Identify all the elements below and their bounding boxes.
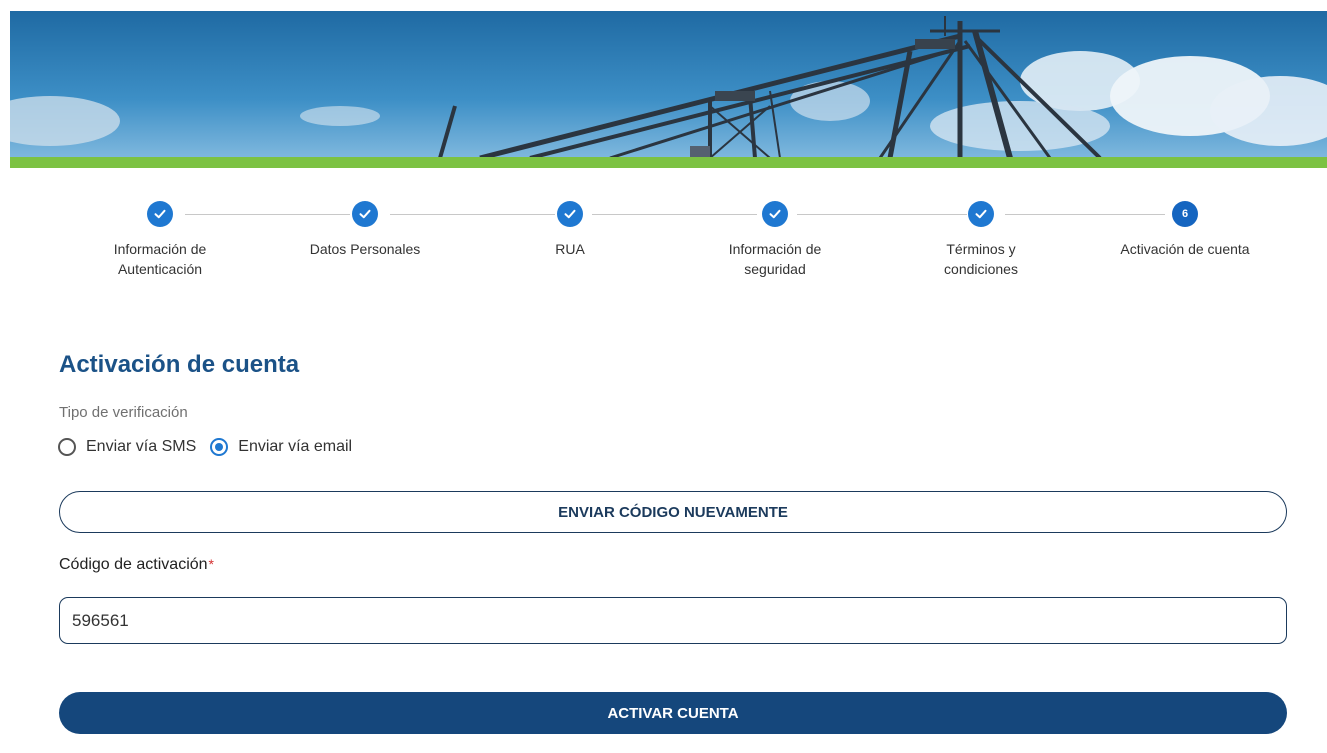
check-icon (762, 201, 788, 227)
activate-account-button[interactable]: ACTIVAR CUENTA (59, 692, 1287, 734)
radio-label: Enviar vía email (238, 438, 353, 455)
required-indicator: * (208, 556, 214, 572)
activation-code-label-text: Código de activación (59, 556, 208, 573)
check-icon (968, 201, 994, 227)
resend-code-button[interactable]: ENVIAR CÓDIGO NUEVAMENTE (59, 491, 1287, 533)
verification-type-label: Tipo de verificación (59, 404, 188, 421)
radio-option-email[interactable]: Enviar vía email (210, 438, 352, 456)
step-label: Activación de cuenta (1120, 241, 1250, 257)
step-label: Información de Autenticación (113, 241, 207, 277)
radio-button[interactable] (58, 438, 76, 456)
step-personal-data: Datos Personales (265, 201, 465, 259)
check-icon (557, 201, 583, 227)
check-icon (352, 201, 378, 227)
step-authentication: Información de Autenticación (60, 201, 260, 279)
step-security-info: Información de seguridad (675, 201, 875, 279)
page: Información de Autenticación Datos Perso… (0, 0, 1327, 753)
activation-code-label: Código de activación* (59, 556, 214, 574)
verification-type-radio-group: Enviar vía SMS Enviar vía email (58, 438, 366, 456)
radio-label: Enviar vía SMS (86, 438, 197, 455)
step-rua: RUA (470, 201, 670, 259)
step-terms: Términos y condiciones (881, 201, 1081, 279)
radio-option-sms[interactable]: Enviar vía SMS (58, 438, 196, 456)
step-label: Información de seguridad (728, 241, 822, 277)
progress-stepper: Información de Autenticación Datos Perso… (70, 196, 1280, 306)
check-icon (147, 201, 173, 227)
banner-accent-bar (10, 157, 1327, 168)
activation-code-input[interactable] (59, 597, 1287, 644)
step-label: RUA (555, 241, 585, 257)
step-number: 6 (1172, 201, 1198, 227)
step-account-activation: 6 Activación de cuenta (1085, 201, 1285, 259)
page-title: Activación de cuenta (59, 351, 300, 378)
header-banner-image (10, 11, 1327, 158)
radio-button[interactable] (210, 438, 229, 456)
step-label: Datos Personales (309, 241, 421, 257)
step-label: Términos y condiciones (944, 241, 1018, 277)
